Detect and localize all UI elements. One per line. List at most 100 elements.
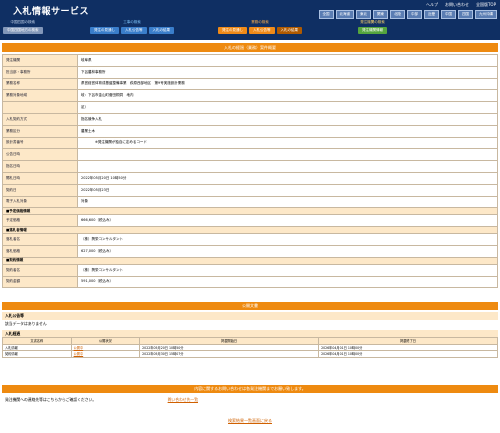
region-tab[interactable]: 四国 [458, 10, 473, 19]
contract-row: 契約金額 591,000（税込み） [2, 275, 498, 289]
detail-row: 入札契約方式 指名競争入札 [2, 112, 498, 126]
doc-start: 2022年05月30日 15時07分 [139, 350, 320, 358]
nav-group-agency: 発注機関の検索 発注機関情報 [358, 20, 387, 34]
field-label: 公告日時 [2, 148, 78, 162]
field-value: 県営経営体育成基盤整備事業 萩原西部地区 第9号実施設計業務 [77, 77, 498, 91]
estimate-header-label: ■予定価格情報 [2, 207, 498, 216]
region-tab[interactable]: 東北 [356, 10, 371, 19]
detail-row: 契約日 2022年05月23日 [2, 183, 498, 197]
field-value: （株）興栄コンサルタント [77, 263, 498, 277]
detail-row: 担当部・事務所 下呂農林事務所 [2, 65, 498, 79]
contact-text: 発注機関への連絡先等はこちらからご確認ください。 [5, 397, 97, 402]
field-label: 予定価格 [2, 214, 78, 228]
field-value: 岐阜県 [77, 54, 498, 67]
contract-header: ■契約情報 [2, 256, 498, 265]
field-label: 落札価格 [2, 244, 78, 258]
tab-service-outlook[interactable]: 発注の見通し [218, 27, 247, 34]
region-tab[interactable]: 中部 [407, 10, 422, 19]
awardee-row: 落札者名 （株）興栄コンサルタント [2, 233, 498, 246]
field-value: 591,000（税込み） [77, 275, 498, 289]
contact-bar: 内容に関するお問い合わせは各発注機関までお願い致します。 [2, 385, 498, 393]
region-tab[interactable]: 全国 [318, 10, 334, 19]
detail-row: 開札日時 2022年05月20日 10時50分 [2, 171, 498, 185]
awardee-row: 落札価格 627,000（税込み） [2, 244, 498, 258]
doc-name: 契約情報 [2, 350, 72, 358]
region-tab[interactable]: 中国 [441, 10, 456, 19]
help-link[interactable]: ヘルプ [426, 2, 438, 8]
tab-agency-info[interactable]: 発注機関情報 [358, 27, 387, 34]
notice-section: 入札公告等 該当データはありません [2, 312, 498, 328]
detail-table: 発注機関 岐阜県 担当部・事務所 下呂農林事務所 業務名称 県営経営体育成基盤整備事業 萩… [2, 54, 498, 289]
field-label: 業務名称 [2, 77, 78, 91]
doc-status-link[interactable]: 公開中 [74, 352, 84, 356]
field-value: ※発注機関が独自に定めるコード [77, 136, 498, 150]
detail-row: 業務名称 県営経営体育成基盤整備事業 萩原西部地区 第9号実施設計業務 [2, 77, 498, 91]
tab-construction-outlook[interactable]: 発注の見通し [90, 27, 119, 34]
tab-region-search[interactable]: 中国四国地方の検索 [3, 27, 43, 34]
detail-row: 足） [2, 101, 498, 114]
contact-link[interactable]: お問い合わせ [445, 2, 469, 8]
field-label: 発注機関 [2, 54, 78, 67]
tab-construction-result[interactable]: 入札の結果 [148, 27, 174, 34]
field-value: 2022年05月20日 10時50分 [77, 171, 498, 185]
region-tab[interactable]: 北海道 [335, 10, 354, 19]
awardee-header: ■落札者情報 [2, 226, 498, 235]
contact-list-link[interactable]: 問い合わせ先一覧 [168, 397, 198, 403]
field-label: 契約者名 [2, 263, 78, 277]
detail-row: 電子入札対象 対象 [2, 195, 498, 209]
history-table: 文書名称 公開状況 掲載開始日 掲載終了日 入札情報 公開中 2022年05月2… [2, 337, 498, 358]
region-tab[interactable]: 関東 [373, 10, 388, 19]
nav-group-region: 中国四国の検索 中国四国地方の検索 [3, 20, 43, 34]
field-label: 開札日時 [2, 171, 78, 185]
region-tabs: 全国 北海道 東北 関東 北陸 中部 近畿 中国 四国 九州沖縄 [318, 10, 497, 19]
field-value: 下呂農林事務所 [77, 65, 498, 79]
field-label: 落札者名 [2, 233, 78, 246]
field-label: 担当部・事務所 [2, 65, 78, 79]
national-top-link[interactable]: 全国版TOP [476, 2, 496, 8]
awardee-header-label: ■落札者情報 [2, 226, 498, 235]
detail-row: 指名日時 [2, 160, 498, 173]
notice-value: 該当データはありません [5, 321, 47, 326]
nav-group-construction: 工事の検索 発注の見通し 入札公告等 入札の結果 [90, 20, 174, 34]
nav-group-label: 業務の検索 [251, 20, 269, 24]
nav-group-label: 工事の検索 [123, 20, 141, 24]
estimate-header: ■予定価格情報 [2, 207, 498, 216]
field-value: 岐：下呂市金山町菅田桐洞 地内 [77, 89, 498, 103]
detail-row: 公告日時 [2, 148, 498, 162]
contact-section: 発注機関への連絡先等はこちらからご確認ください。 問い合わせ先一覧 [2, 397, 498, 403]
region-tab[interactable]: 九州沖縄 [475, 10, 497, 19]
region-tab[interactable]: 近畿 [424, 10, 439, 19]
field-label: 設計書番号 [2, 136, 78, 150]
top-links: ヘルプ お問い合わせ 全国版TOP [426, 2, 496, 8]
field-value: 2022年05月23日 [77, 183, 498, 197]
field-value: 農業土木 [77, 124, 498, 138]
tab-construction-notice[interactable]: 入札公告等 [121, 27, 147, 34]
detail-row: 設計書番号 ※発注機関が独自に定めるコード [2, 136, 498, 150]
public-docs-title: 公開文書 [2, 302, 498, 310]
field-value [77, 148, 498, 162]
detail-row: 業務対象地域 岐：下呂市金山町菅田桐洞 地内 [2, 89, 498, 103]
section-title: 入札の経過（業務）案件概要 [2, 43, 498, 52]
region-tab[interactable]: 北陸 [390, 10, 405, 19]
tab-service-result[interactable]: 入札の結果 [276, 27, 302, 34]
nav-group-service: 業務の検索 発注の見通し 入札公告等 入札の結果 [218, 20, 302, 34]
estimate-row: 予定価格 666,600（税込み） [2, 214, 498, 228]
field-value: 指名競争入札 [77, 112, 498, 126]
site-header: 入札情報サービス ヘルプ お問い合わせ 全国版TOP 全国 北海道 東北 関東 … [0, 0, 500, 40]
doc-status-link[interactable]: 公開中 [74, 346, 84, 350]
field-value: 対象 [77, 195, 498, 209]
field-value: 足） [77, 101, 498, 114]
field-label [2, 101, 78, 114]
contract-header-label: ■契約情報 [2, 256, 498, 265]
back-to-results-link[interactable]: 検索結果一覧画面に戻る [228, 418, 272, 423]
doc-end: 2026年04月01日 10時00分 [318, 350, 498, 358]
nav-group-label: 発注機関の検索 [360, 20, 385, 24]
nav-group-label: 中国四国の検索 [10, 20, 36, 24]
field-value: （株）興栄コンサルタント [77, 233, 498, 246]
field-label: 入札契約方式 [2, 112, 78, 126]
field-label: 契約日 [2, 183, 78, 197]
tab-service-notice[interactable]: 入札公告等 [249, 27, 275, 34]
field-value: 666,600（税込み） [77, 214, 498, 228]
notice-label: 入札公告等 [2, 312, 498, 320]
back-section: 検索結果一覧画面に戻る [0, 418, 500, 424]
